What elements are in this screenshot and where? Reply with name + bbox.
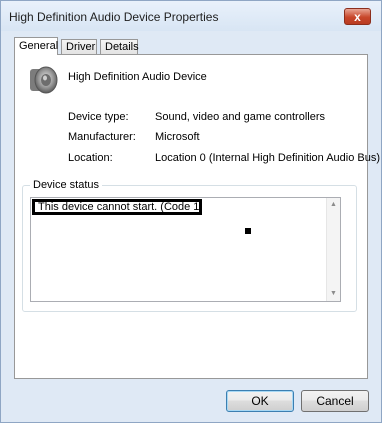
close-icon: x <box>354 10 361 24</box>
device-status-textbox[interactable]: This device cannot start. (Code 10) ▲ ▼ <box>30 197 341 302</box>
device-type-value: Sound, video and game controllers <box>155 111 325 123</box>
manufacturer-value: Microsoft <box>155 131 200 143</box>
status-scrollbar[interactable]: ▲ ▼ <box>326 198 340 301</box>
device-status-text: This device cannot start. (Code 10) <box>32 199 202 215</box>
close-button[interactable]: x <box>344 8 371 25</box>
ok-button[interactable]: OK <box>226 390 294 412</box>
device-status-group: Device status This device cannot start. … <box>22 179 357 312</box>
tab-label: General <box>19 40 59 52</box>
device-name: High Definition Audio Device <box>68 71 207 83</box>
scroll-up-icon[interactable]: ▲ <box>327 198 340 212</box>
tab-driver[interactable]: Driver <box>61 39 97 54</box>
cancel-button[interactable]: Cancel <box>301 390 369 412</box>
tab-details[interactable]: Details <box>100 39 139 54</box>
scroll-down-icon[interactable]: ▼ <box>327 287 340 301</box>
tab-label: Driver <box>66 41 96 53</box>
tab-label: Details <box>105 41 139 53</box>
general-tab-panel: High Definition Audio Device Device type… <box>14 54 380 379</box>
window-title: High Definition Audio Device Properties <box>9 10 219 24</box>
device-status-title: Device status <box>30 179 103 191</box>
location-label: Location: <box>68 152 113 164</box>
mouse-cursor-marker <box>245 228 251 234</box>
tab-general[interactable]: General <box>14 37 58 55</box>
manufacturer-label: Manufacturer: <box>68 131 136 143</box>
device-type-label: Device type: <box>68 111 129 123</box>
properties-dialog: High Definition Audio Device Properties … <box>0 0 382 423</box>
speaker-icon <box>29 65 59 95</box>
title-bar[interactable]: High Definition Audio Device Properties … <box>1 1 381 31</box>
location-value: Location 0 (Internal High Definition Aud… <box>155 152 381 164</box>
